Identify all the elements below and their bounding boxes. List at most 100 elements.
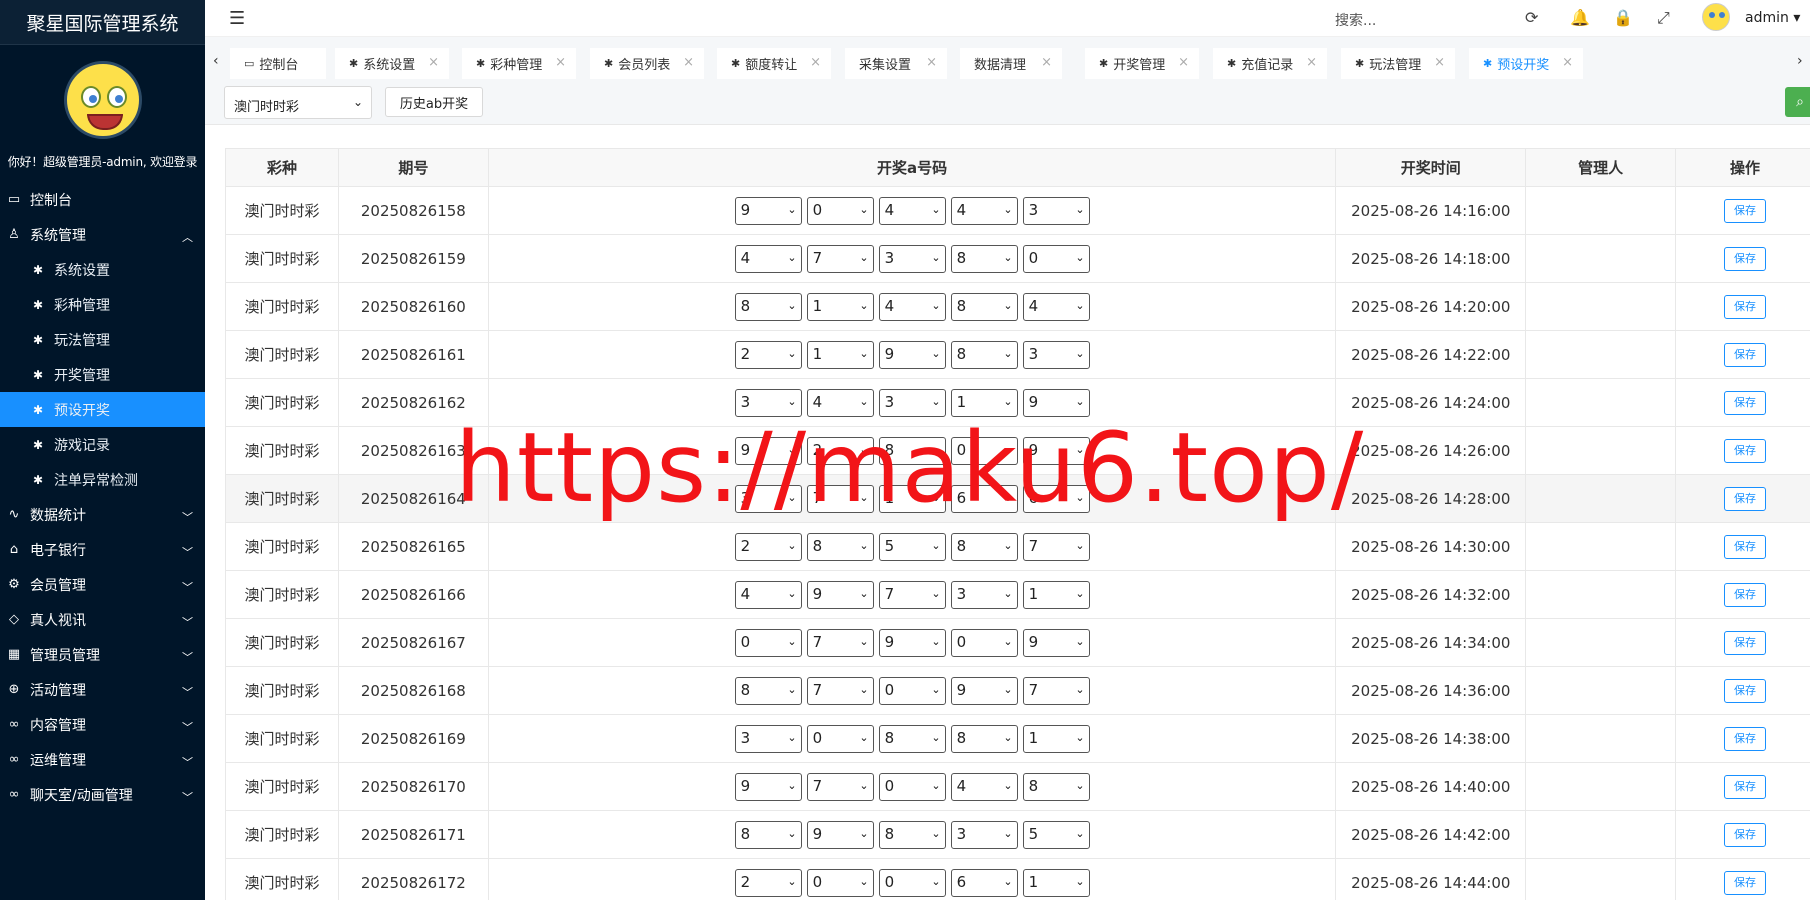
number-select-5[interactable]: 6 ⌄ (1022, 484, 1090, 513)
save-button[interactable]: 保存 (1724, 246, 1767, 271)
number-select-3[interactable]: 9 ⌄ (878, 628, 946, 657)
number-select-4[interactable]: 4 ⌄ (950, 772, 1018, 801)
number-select-3[interactable]: 0 ⌄ (878, 676, 946, 705)
number-select-5[interactable]: 3 ⌄ (1022, 196, 1090, 225)
number-select-3[interactable]: 3 ⌄ (878, 388, 946, 417)
save-button[interactable]: 保存 (1724, 582, 1767, 607)
number-select-1[interactable]: 4 ⌄ (734, 244, 802, 273)
save-button[interactable]: 保存 (1724, 438, 1767, 463)
sidebar-item-14[interactable]: ⊕ 活动管理 ﹀ (0, 672, 205, 707)
number-select-3[interactable]: 4 ⌄ (878, 292, 946, 321)
number-select-3[interactable]: 0 ⌄ (878, 868, 946, 897)
number-select-5[interactable]: 0 ⌄ (1022, 244, 1090, 273)
number-select-3[interactable]: 5 ⌄ (878, 532, 946, 561)
sidebar-item-4[interactable]: ✱ 玩法管理 (0, 322, 205, 357)
number-select-4[interactable]: 0 ⌄ (950, 628, 1018, 657)
number-select-4[interactable]: 8 ⌄ (950, 532, 1018, 561)
save-button[interactable]: 保存 (1724, 342, 1767, 367)
sidebar-item-9[interactable]: ∿ 数据统计 ﹀ (0, 497, 205, 532)
number-select-1[interactable]: 3 ⌄ (734, 388, 802, 417)
number-select-4[interactable]: 1 ⌄ (950, 388, 1018, 417)
number-select-3[interactable]: 8 ⌄ (878, 820, 946, 849)
number-select-3[interactable]: 3 ⌄ (878, 244, 946, 273)
number-select-2[interactable]: 7 ⌄ (806, 484, 874, 513)
number-select-1[interactable]: 4 ⌄ (734, 580, 802, 609)
sidebar-item-5[interactable]: ✱ 开奖管理 (0, 357, 205, 392)
number-select-1[interactable]: 9 ⌄ (734, 436, 802, 465)
number-select-2[interactable]: 7 ⌄ (806, 244, 874, 273)
sidebar-item-3[interactable]: ✱ 彩种管理 (0, 287, 205, 322)
number-select-4[interactable]: 0 ⌄ (950, 436, 1018, 465)
number-select-5[interactable]: 9 ⌄ (1022, 436, 1090, 465)
sidebar-item-17[interactable]: ∞ 聊天室/动画管理 ﹀ (0, 777, 205, 812)
close-icon[interactable]: × (1434, 55, 1445, 70)
tabs-scroll-right-icon[interactable]: › (1797, 53, 1803, 69)
lottery-select[interactable]: 澳门时时彩 ⌄ (224, 86, 372, 119)
number-select-1[interactable]: 2 ⌄ (734, 340, 802, 369)
bell-icon[interactable]: 🔔 (1570, 8, 1590, 27)
number-select-1[interactable]: 2 ⌄ (734, 868, 802, 897)
save-button[interactable]: 保存 (1724, 726, 1767, 751)
number-select-2[interactable]: 9 ⌄ (806, 580, 874, 609)
sidebar-item-13[interactable]: ▦ 管理员管理 ﹀ (0, 637, 205, 672)
number-select-2[interactable]: 4 ⌄ (806, 388, 874, 417)
tab-8[interactable]: ✱ 充值记录 × (1213, 48, 1327, 79)
close-icon[interactable]: × (1041, 55, 1052, 70)
number-select-3[interactable]: 9 ⌄ (878, 340, 946, 369)
number-select-2[interactable]: 0 ⌄ (806, 868, 874, 897)
tab-5[interactable]: 采集设置 × (845, 48, 947, 79)
number-select-1[interactable]: 9 ⌄ (734, 772, 802, 801)
tab-9[interactable]: ✱ 玩法管理 × (1341, 48, 1455, 79)
tab-4[interactable]: ✱ 额度转让 × (717, 48, 831, 79)
number-select-5[interactable]: 9 ⌄ (1022, 388, 1090, 417)
tab-10[interactable]: ✱ 预设开奖 × (1469, 48, 1583, 79)
save-button[interactable]: 保存 (1724, 630, 1767, 655)
tab-0[interactable]: ▭ 控制台 (230, 48, 326, 79)
number-select-3[interactable]: 7 ⌄ (878, 580, 946, 609)
number-select-1[interactable]: 9 ⌄ (734, 196, 802, 225)
number-select-1[interactable]: 8 ⌄ (734, 676, 802, 705)
sidebar-item-6[interactable]: ✱ 预设开奖 (0, 392, 205, 427)
number-select-1[interactable]: 3 ⌄ (734, 484, 802, 513)
number-select-2[interactable]: 1 ⌄ (806, 292, 874, 321)
lock-icon[interactable]: 🔒 (1613, 8, 1633, 27)
save-button[interactable]: 保存 (1724, 294, 1767, 319)
save-button[interactable]: 保存 (1724, 678, 1767, 703)
sidebar-item-8[interactable]: ✱ 注单异常检测 (0, 462, 205, 497)
sidebar-item-16[interactable]: ∞ 运维管理 ﹀ (0, 742, 205, 777)
tab-6[interactable]: 数据清理 × (960, 48, 1062, 79)
sidebar-item-2[interactable]: ✱ 系统设置 (0, 252, 205, 287)
avatar[interactable] (63, 61, 142, 139)
close-icon[interactable]: × (1306, 55, 1317, 70)
tabs-scroll-left-icon[interactable]: ‹ (213, 53, 219, 69)
number-select-2[interactable]: 0 ⌄ (806, 724, 874, 753)
refresh-icon[interactable]: ⟳ (1525, 8, 1538, 27)
number-select-3[interactable]: 8 ⌄ (878, 436, 946, 465)
tab-3[interactable]: ✱ 会员列表 × (590, 48, 704, 79)
close-icon[interactable]: × (428, 55, 439, 70)
number-select-4[interactable]: 4 ⌄ (950, 196, 1018, 225)
save-button[interactable]: 保存 (1724, 534, 1767, 559)
number-select-5[interactable]: 1 ⌄ (1022, 868, 1090, 897)
number-select-2[interactable]: 0 ⌄ (806, 196, 874, 225)
number-select-1[interactable]: 2 ⌄ (734, 532, 802, 561)
number-select-4[interactable]: 3 ⌄ (950, 580, 1018, 609)
sidebar-item-12[interactable]: ◇ 真人视讯 ﹀ (0, 602, 205, 637)
close-icon[interactable]: × (926, 55, 937, 70)
number-select-5[interactable]: 5 ⌄ (1022, 820, 1090, 849)
close-icon[interactable]: × (683, 55, 694, 70)
number-select-5[interactable]: 8 ⌄ (1022, 772, 1090, 801)
number-select-2[interactable]: 7 ⌄ (806, 628, 874, 657)
search-button[interactable]: ⌕ (1785, 87, 1810, 117)
number-select-4[interactable]: 8 ⌄ (950, 340, 1018, 369)
close-icon[interactable]: × (555, 55, 566, 70)
number-select-3[interactable]: 4 ⌄ (878, 196, 946, 225)
tab-7[interactable]: ✱ 开奖管理 × (1085, 48, 1199, 79)
number-select-1[interactable]: 3 ⌄ (734, 724, 802, 753)
save-button[interactable]: 保存 (1724, 870, 1767, 895)
number-select-5[interactable]: 3 ⌄ (1022, 340, 1090, 369)
close-icon[interactable]: × (1178, 55, 1189, 70)
save-button[interactable]: 保存 (1724, 390, 1767, 415)
number-select-4[interactable]: 8 ⌄ (950, 724, 1018, 753)
history-ab-button[interactable]: 历史ab开奖 (385, 87, 483, 117)
